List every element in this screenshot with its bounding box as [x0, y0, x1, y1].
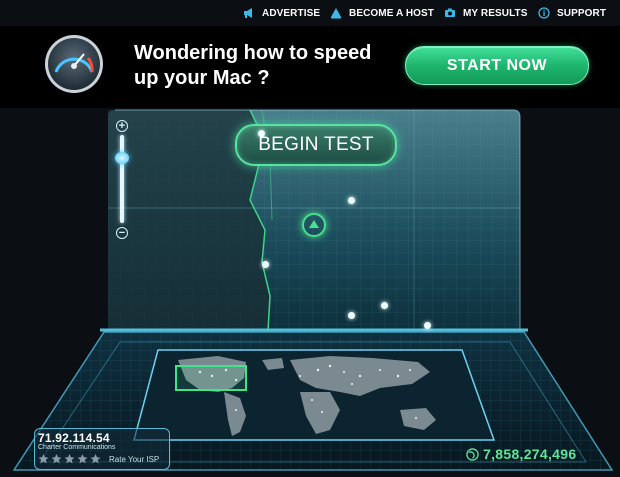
star-icon[interactable]	[63, 453, 76, 465]
server-dot[interactable]	[381, 302, 388, 309]
server-dot[interactable]	[262, 261, 269, 268]
isp-name: Charter Communications	[38, 444, 116, 451]
server-dot[interactable]	[348, 312, 355, 319]
triangle-up-icon	[309, 220, 319, 228]
zoom-in-button[interactable]: +	[116, 120, 128, 132]
server-dot[interactable]	[258, 130, 265, 137]
selected-server-marker[interactable]	[302, 213, 326, 237]
star-icon[interactable]	[37, 453, 50, 465]
server-dot[interactable]	[348, 197, 355, 204]
ip-address: 71.92.114.54	[38, 431, 110, 445]
zoom-slider-track[interactable]	[120, 135, 124, 223]
speedtest-map-graphic	[12, 109, 614, 471]
rate-isp-link[interactable]: Rate Your ISP	[109, 455, 159, 464]
zoom-slider-handle[interactable]	[115, 152, 129, 164]
tests-counter-value: 7,858,274,496	[483, 446, 577, 462]
star-icon[interactable]	[76, 453, 89, 465]
globe-icon	[466, 447, 479, 461]
server-dot[interactable]	[424, 322, 431, 329]
isp-rating-stars[interactable]	[37, 453, 102, 465]
tests-counter: 7,858,274,496	[466, 446, 576, 462]
star-icon[interactable]	[50, 453, 63, 465]
star-icon[interactable]	[89, 453, 102, 465]
zoom-out-button[interactable]: −	[116, 227, 128, 239]
